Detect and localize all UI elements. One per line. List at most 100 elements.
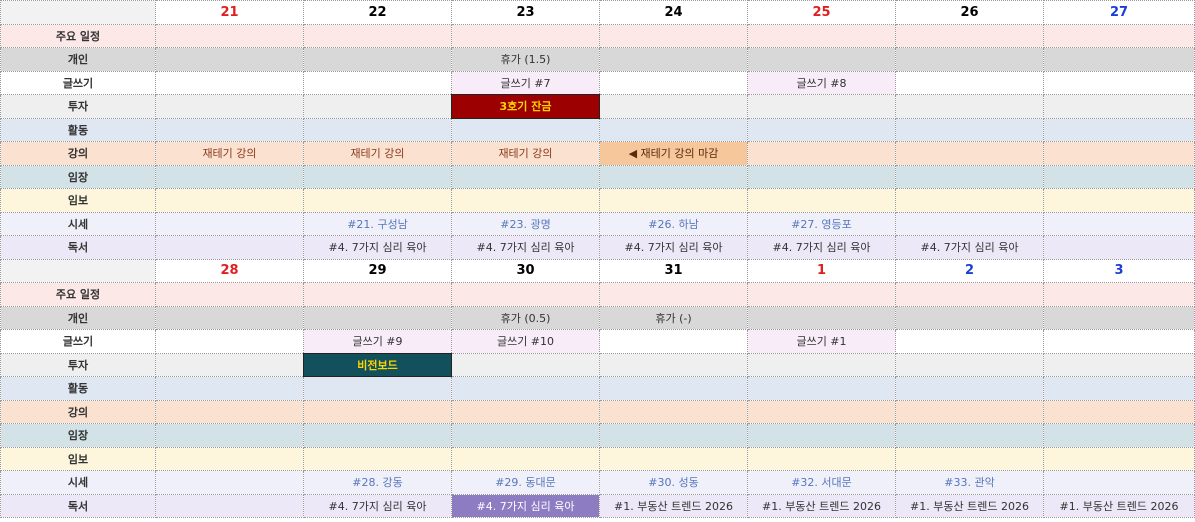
cell-price[interactable]: #30. 성동 [599,470,748,495]
cell[interactable] [895,282,1044,307]
cell[interactable] [599,47,748,72]
row-label[interactable]: 글쓰기 [0,329,156,354]
cell[interactable] [747,446,896,471]
cell[interactable] [747,352,896,377]
cell-writing[interactable]: 글쓰기 #1 [747,329,896,354]
day-header[interactable]: 25 [747,0,896,25]
cell[interactable] [451,282,600,307]
cell-writing[interactable]: 글쓰기 #9 [303,329,452,354]
row-label[interactable]: 글쓰기 [0,70,156,95]
cell[interactable] [451,188,600,213]
cell[interactable] [747,47,896,72]
cell[interactable] [747,305,896,330]
cell[interactable] [303,423,452,448]
cell[interactable] [1043,446,1195,471]
cell[interactable] [303,70,452,95]
cell[interactable] [451,164,600,189]
cell[interactable] [303,117,452,142]
cell-price[interactable]: #26. 하남 [599,211,748,236]
cell[interactable] [599,117,748,142]
cell[interactable] [155,117,304,142]
cell[interactable] [895,446,1044,471]
day-header[interactable]: 22 [303,0,452,25]
day-header[interactable]: 23 [451,0,600,25]
cell[interactable] [1043,423,1195,448]
cell[interactable] [747,23,896,48]
cell[interactable] [895,164,1044,189]
cell[interactable] [303,94,452,119]
cell[interactable] [155,23,304,48]
row-label[interactable]: 개인 [0,47,156,72]
cell[interactable] [1043,47,1195,72]
cell[interactable] [155,47,304,72]
row-label[interactable]: 강의 [0,141,156,166]
cell[interactable] [1043,188,1195,213]
cell[interactable] [599,329,748,354]
row-label[interactable]: 시세 [0,470,156,495]
cell[interactable] [1043,282,1195,307]
cell[interactable] [747,141,896,166]
cell-invest-event[interactable]: 3호기 잔금 [451,94,600,119]
cell-lecture[interactable]: 재테기 강의 [451,141,600,166]
cell[interactable] [599,164,748,189]
cell[interactable] [895,211,1044,236]
cell-vacation[interactable]: 휴가 (1.5) [451,47,600,72]
day-header[interactable]: 30 [451,258,600,283]
day-header[interactable]: 21 [155,0,304,25]
cell[interactable] [747,376,896,401]
cell-reading[interactable]: #1. 부동산 트렌드 2026 [747,493,896,518]
cell[interactable] [303,188,452,213]
cell[interactable] [303,47,452,72]
cell-price[interactable]: #28. 강동 [303,470,452,495]
day-header[interactable]: 1 [747,258,896,283]
cell[interactable] [895,305,1044,330]
cell[interactable] [895,188,1044,213]
cell[interactable] [747,282,896,307]
cell-vacation[interactable]: 휴가 (-) [599,305,748,330]
cell[interactable] [599,70,748,95]
cell[interactable] [895,141,1044,166]
cell[interactable] [155,94,304,119]
cell[interactable] [155,376,304,401]
row-label[interactable]: 주요 일정 [0,23,156,48]
cell[interactable] [303,23,452,48]
cell[interactable] [747,399,896,424]
cell[interactable] [303,282,452,307]
day-header[interactable]: 31 [599,258,748,283]
cell[interactable] [155,188,304,213]
cell[interactable] [155,446,304,471]
cell[interactable] [599,282,748,307]
cell[interactable] [155,399,304,424]
cell-writing[interactable]: 글쓰기 #8 [747,70,896,95]
cell[interactable] [1043,211,1195,236]
cell[interactable] [451,399,600,424]
day-header[interactable]: 3 [1043,258,1195,283]
cell[interactable] [1043,117,1195,142]
cell[interactable] [895,423,1044,448]
cell[interactable] [155,470,304,495]
cell-price[interactable]: #27. 영등포 [747,211,896,236]
cell[interactable] [155,70,304,95]
cell-price[interactable]: #32. 서대문 [747,470,896,495]
cell[interactable] [1043,329,1195,354]
cell-reading[interactable]: #4. 7가지 심리 육아 [303,493,452,518]
cell[interactable] [1043,305,1195,330]
cell[interactable] [747,117,896,142]
cell[interactable] [303,164,452,189]
cell[interactable] [155,493,304,518]
cell[interactable] [155,164,304,189]
row-label[interactable]: 시세 [0,211,156,236]
cell[interactable] [599,423,748,448]
cell[interactable] [599,94,748,119]
cell-reading[interactable]: #1. 부동산 트렌드 2026 [895,493,1044,518]
cell[interactable] [747,164,896,189]
cell[interactable] [599,399,748,424]
row-label[interactable]: 활동 [0,376,156,401]
cell[interactable] [1043,376,1195,401]
cell[interactable] [599,446,748,471]
cell[interactable] [303,305,452,330]
cell[interactable] [1043,470,1195,495]
row-label[interactable]: 임장 [0,164,156,189]
row-label[interactable]: 주요 일정 [0,282,156,307]
day-header[interactable]: 27 [1043,0,1195,25]
